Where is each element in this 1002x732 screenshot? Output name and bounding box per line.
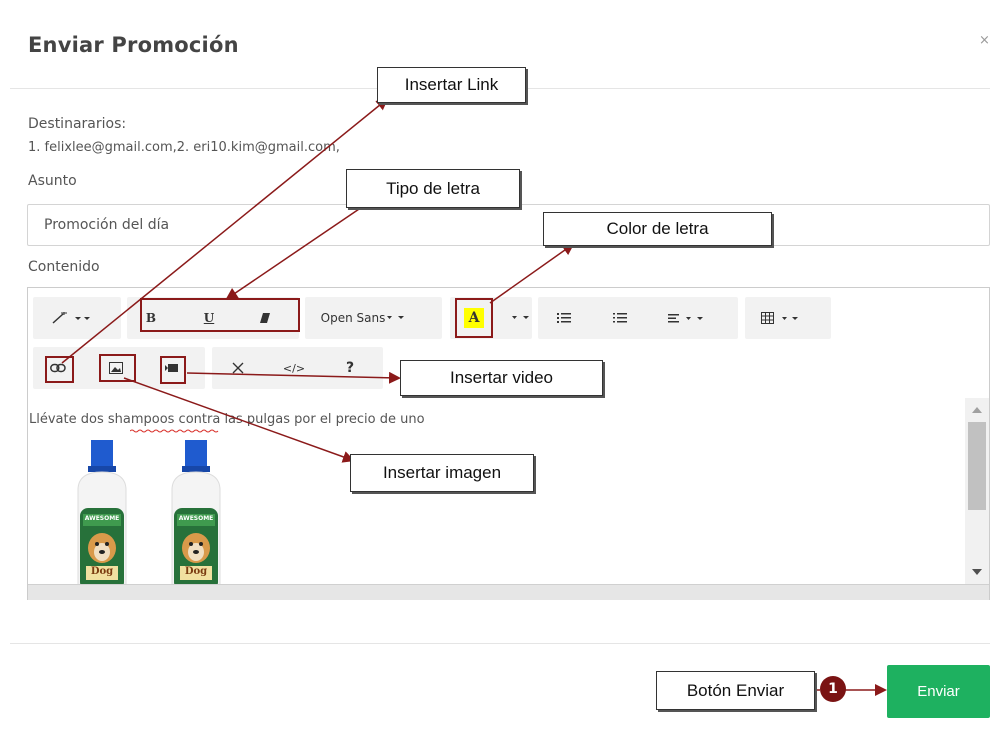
callout-send-button: Botón Enviar (656, 671, 815, 710)
step-number-badge: 1 (820, 676, 846, 702)
callout-insert-video: Insertar video (400, 360, 603, 396)
callout-insert-image: Insertar imagen (350, 454, 534, 492)
callout-insert-link: Insertar Link (377, 67, 526, 103)
callout-font-color: Color de letra (543, 212, 772, 246)
callout-font-type: Tipo de letra (346, 169, 520, 208)
